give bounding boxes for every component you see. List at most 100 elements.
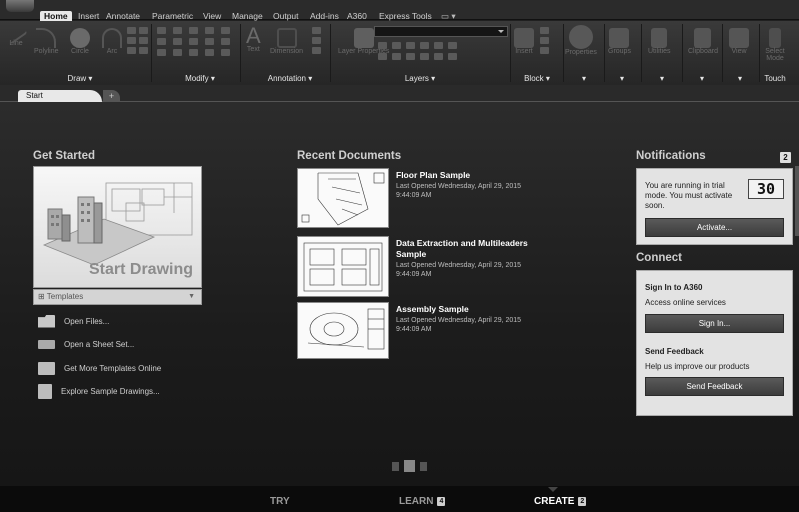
group-divider (330, 24, 331, 82)
group-properties-expand[interactable]: ▾ (574, 74, 594, 84)
tab-learn[interactable]: LEARN 4 (399, 496, 446, 507)
group-draw-label: Draw (67, 74, 87, 83)
page-dot[interactable] (420, 461, 427, 471)
layer-dropdown[interactable] (374, 26, 508, 37)
recent-document-item[interactable]: Assembly Sample Last Opened Wednesday, A… (297, 302, 547, 364)
clipboard-tool[interactable]: Clipboard (688, 28, 718, 55)
document-thumbnail (297, 236, 389, 297)
layers-icon (353, 28, 374, 48)
assembly-thumbnail-icon (307, 308, 385, 350)
recent-document-item[interactable]: Floor Plan Sample Last Opened Wednesday,… (297, 168, 547, 230)
group-divider (240, 24, 241, 82)
view-tool-label: View (731, 48, 747, 55)
properties-icon (568, 25, 593, 49)
draw-small-tools[interactable] (127, 27, 148, 54)
application-menu-button[interactable] (6, 0, 34, 12)
explore-sample-drawings-label: Explore Sample Drawings... (61, 386, 160, 396)
templates-label: Templates (46, 292, 84, 301)
modify-tools[interactable] (157, 27, 230, 56)
templates-icon: ⊞ (38, 292, 45, 301)
sign-in-button[interactable]: Sign In... (645, 314, 784, 333)
page-dot-active[interactable] (404, 460, 415, 472)
group-touch[interactable]: Touch (760, 74, 790, 84)
sample-drawings-icon (38, 383, 52, 399)
templates-dropdown[interactable]: ⊞ Templates ▼ (33, 289, 202, 305)
tab-start[interactable]: Start (18, 90, 102, 102)
recent-document-item[interactable]: Data Extraction and Multileaders Sample … (297, 236, 547, 298)
insert-block-tool[interactable]: Insert (514, 28, 534, 55)
active-tab-indicator (548, 487, 558, 492)
insert-tool-label: Insert (515, 48, 533, 55)
notifications-heading: Notifications (636, 150, 706, 162)
explore-sample-drawings-link[interactable]: Explore Sample Drawings... (38, 383, 160, 399)
chevron-down-icon: ▼ (188, 293, 195, 300)
text-tool[interactable]: A Text (246, 23, 261, 54)
circle-tool[interactable]: Circle (70, 28, 90, 55)
groups-tool[interactable]: Groups (608, 28, 631, 55)
page-dot[interactable] (392, 461, 399, 471)
send-feedback-button[interactable]: Send Feedback (645, 377, 784, 396)
sign-in-description: Access online services (645, 298, 726, 307)
get-more-templates-link[interactable]: Get More Templates Online (38, 360, 161, 376)
groups-icon (609, 28, 630, 48)
block-small-tools[interactable] (540, 27, 549, 54)
layer-small-tools[interactable] (378, 42, 457, 60)
floor-plan-thumbnail-icon (301, 172, 385, 226)
cursor-icon (769, 28, 781, 48)
group-draw[interactable]: Draw ▾ (45, 74, 115, 84)
learn-count-badge: 4 (437, 497, 446, 506)
open-files-label: Open Files... (64, 316, 110, 326)
sign-in-heading: Sign In to A360 (645, 283, 703, 292)
properties-tool[interactable]: Properties (565, 25, 597, 56)
tab-create[interactable]: CREATE 2 (534, 496, 587, 507)
group-divider (722, 24, 723, 82)
group-annotation[interactable]: Annotation ▾ (250, 74, 330, 84)
tab-try[interactable]: TRY (270, 496, 290, 507)
polyline-icon (36, 28, 57, 48)
text-icon: A (246, 23, 261, 48)
line-tool[interactable]: Line (4, 23, 28, 47)
tab-create-label: CREATE (534, 496, 575, 507)
group-block[interactable]: Block ▾ (514, 74, 560, 84)
recent-document-time: 9:44:09 AM (396, 326, 432, 333)
notification-scrollbar[interactable] (795, 166, 799, 236)
new-drawing-tab[interactable]: + (103, 90, 120, 102)
get-started-heading: Get Started (33, 150, 95, 162)
start-drawing-card[interactable]: Start Drawing (33, 166, 202, 288)
open-files-link[interactable]: Open Files... (38, 313, 109, 329)
templates-online-icon (38, 361, 55, 375)
arc-tool[interactable]: Arc (102, 28, 122, 55)
properties-tool-label: Properties (565, 49, 597, 56)
data-extraction-thumbnail-icon (303, 242, 383, 292)
notifications-count-badge: 2 (780, 152, 791, 163)
select-mode-tool[interactable]: Select Mode (762, 28, 788, 62)
create-count-badge: 2 (578, 497, 587, 506)
circle-tool-label: Circle (71, 48, 89, 55)
group-clipboard-expand[interactable]: ▾ (692, 74, 712, 84)
group-block-label: Block (524, 74, 544, 83)
group-layers[interactable]: Layers ▾ (380, 74, 460, 84)
polyline-tool[interactable]: Polyline (34, 28, 59, 55)
recent-document-title: Assembly Sample (396, 304, 469, 314)
open-sheet-set-link[interactable]: Open a Sheet Set... (38, 336, 134, 352)
activate-button[interactable]: Activate... (645, 218, 784, 237)
utilities-tool[interactable]: Utilities (648, 28, 671, 55)
view-tool[interactable]: View (729, 28, 749, 55)
document-thumbnail (297, 302, 389, 359)
connect-heading: Connect (636, 252, 682, 264)
group-groups-expand[interactable]: ▾ (612, 74, 632, 84)
dimension-tool-label: Dimension (270, 48, 304, 55)
dimension-tool[interactable]: Dimension (270, 28, 303, 55)
send-feedback-description: Help us improve our products (645, 362, 750, 371)
sheet-set-icon (38, 339, 55, 349)
groups-tool-label: Groups (608, 48, 631, 55)
group-utilities-expand[interactable]: ▾ (652, 74, 672, 84)
annotation-small-tools[interactable] (312, 27, 324, 54)
trial-message: You are running in trial mode. You must … (645, 181, 733, 210)
group-view-expand[interactable]: ▾ (730, 74, 750, 84)
arc-tool-label: Arc (106, 48, 118, 55)
group-modify[interactable]: Modify ▾ (165, 74, 235, 84)
text-tool-label: Text (246, 46, 260, 53)
recent-document-time: 9:44:09 AM (396, 192, 432, 199)
group-divider (641, 24, 642, 82)
